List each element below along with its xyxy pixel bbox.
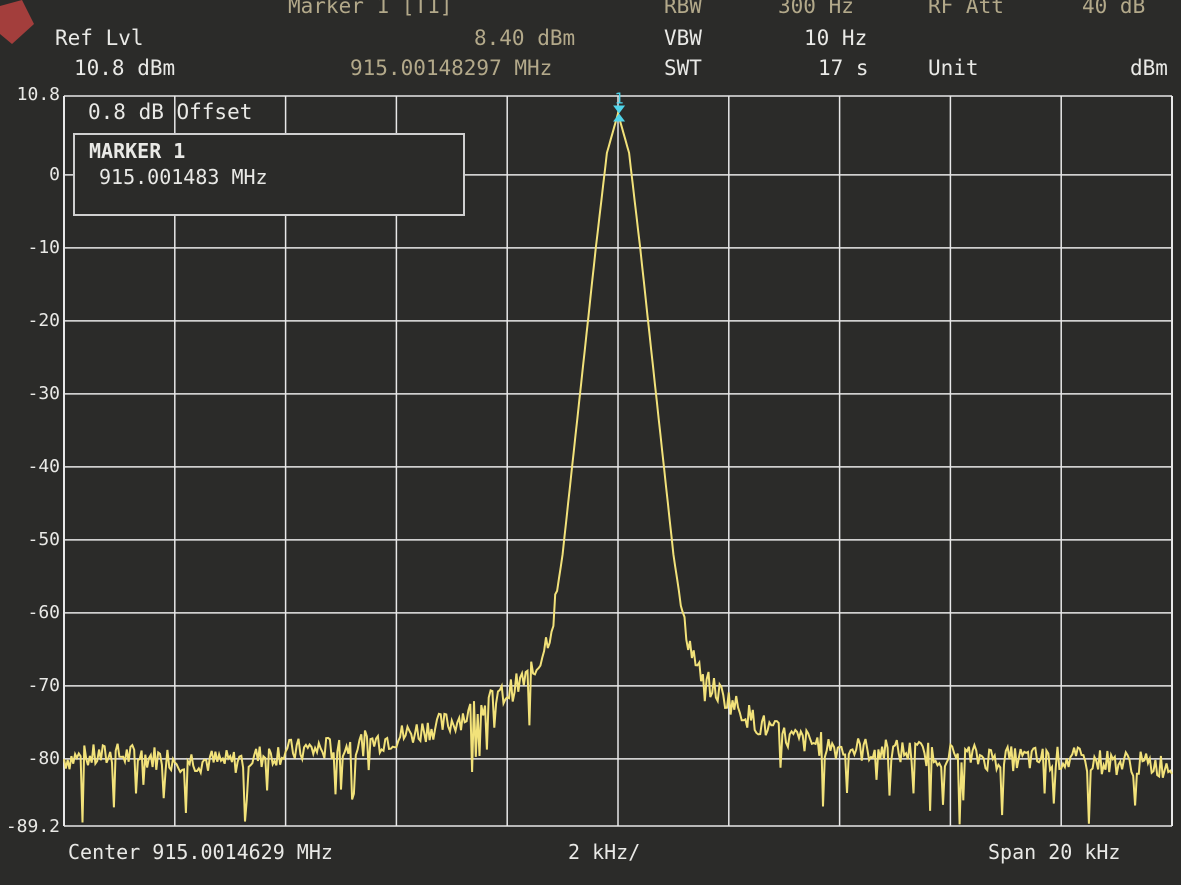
offset-label: 0.8 dB Offset (88, 100, 253, 124)
marker-info-box: MARKER 1 915.001483 MHz (73, 133, 465, 216)
spectrum-analyzer-screen: Marker 1 [T1] 8.40 dBm 915.00148297 MHz … (0, 0, 1181, 885)
marker-box-frequency: 915.001483 MHz (99, 165, 268, 189)
frequency-per-division: 2 kHz/ (568, 840, 641, 864)
marker-triangle-icon (613, 113, 626, 122)
span: Span 20 kHz (988, 840, 1121, 864)
marker-1: 1 (613, 90, 626, 122)
marker-box-title: MARKER 1 (89, 139, 186, 163)
center-frequency: Center 915.0014629 MHz (68, 840, 333, 864)
marker-number-label: 1 (615, 90, 624, 108)
